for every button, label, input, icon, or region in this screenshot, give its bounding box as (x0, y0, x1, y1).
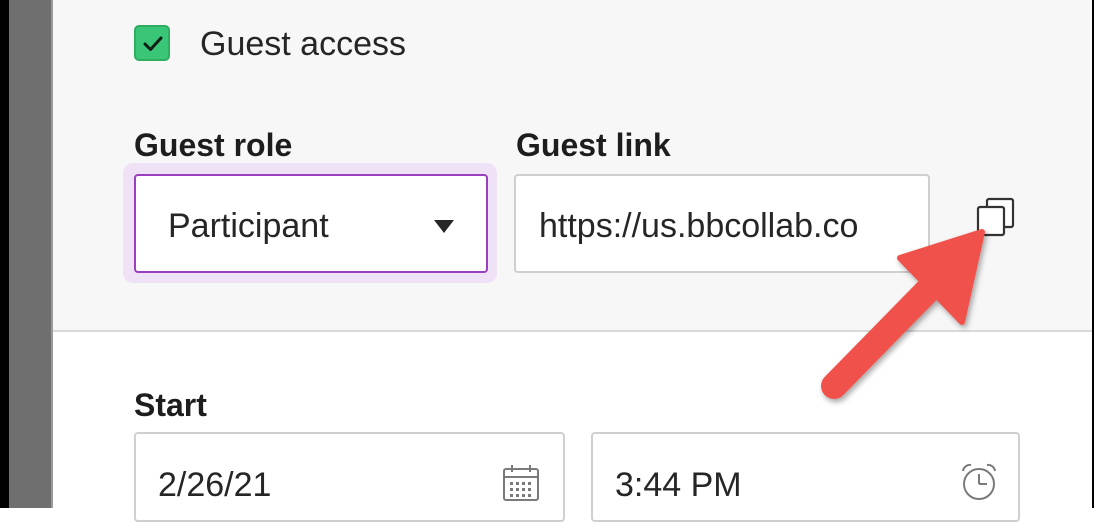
alarm-clock-icon[interactable] (957, 460, 1001, 504)
checkmark-icon (143, 36, 163, 51)
guest-link-label: Guest link (516, 127, 671, 163)
window-frame-left (0, 0, 9, 508)
arrow-annotation (821, 229, 985, 399)
guest-role-select[interactable]: Participant (134, 174, 488, 273)
guest-role-value: Participant (168, 207, 329, 245)
guest-access-label[interactable]: Guest access (200, 24, 406, 64)
guest-access-checkbox[interactable] (134, 25, 170, 61)
caret-down-icon (434, 220, 454, 233)
start-date-value: 2/26/21 (158, 466, 272, 504)
start-time-field[interactable]: 3:44 PM (591, 432, 1020, 522)
left-sidebar-strip (9, 0, 51, 508)
calendar-icon[interactable] (500, 462, 542, 504)
start-label: Start (134, 387, 207, 423)
start-date-field[interactable]: 2/26/21 (134, 432, 565, 522)
start-time-value: 3:44 PM (615, 466, 742, 504)
guest-role-label: Guest role (134, 127, 293, 163)
